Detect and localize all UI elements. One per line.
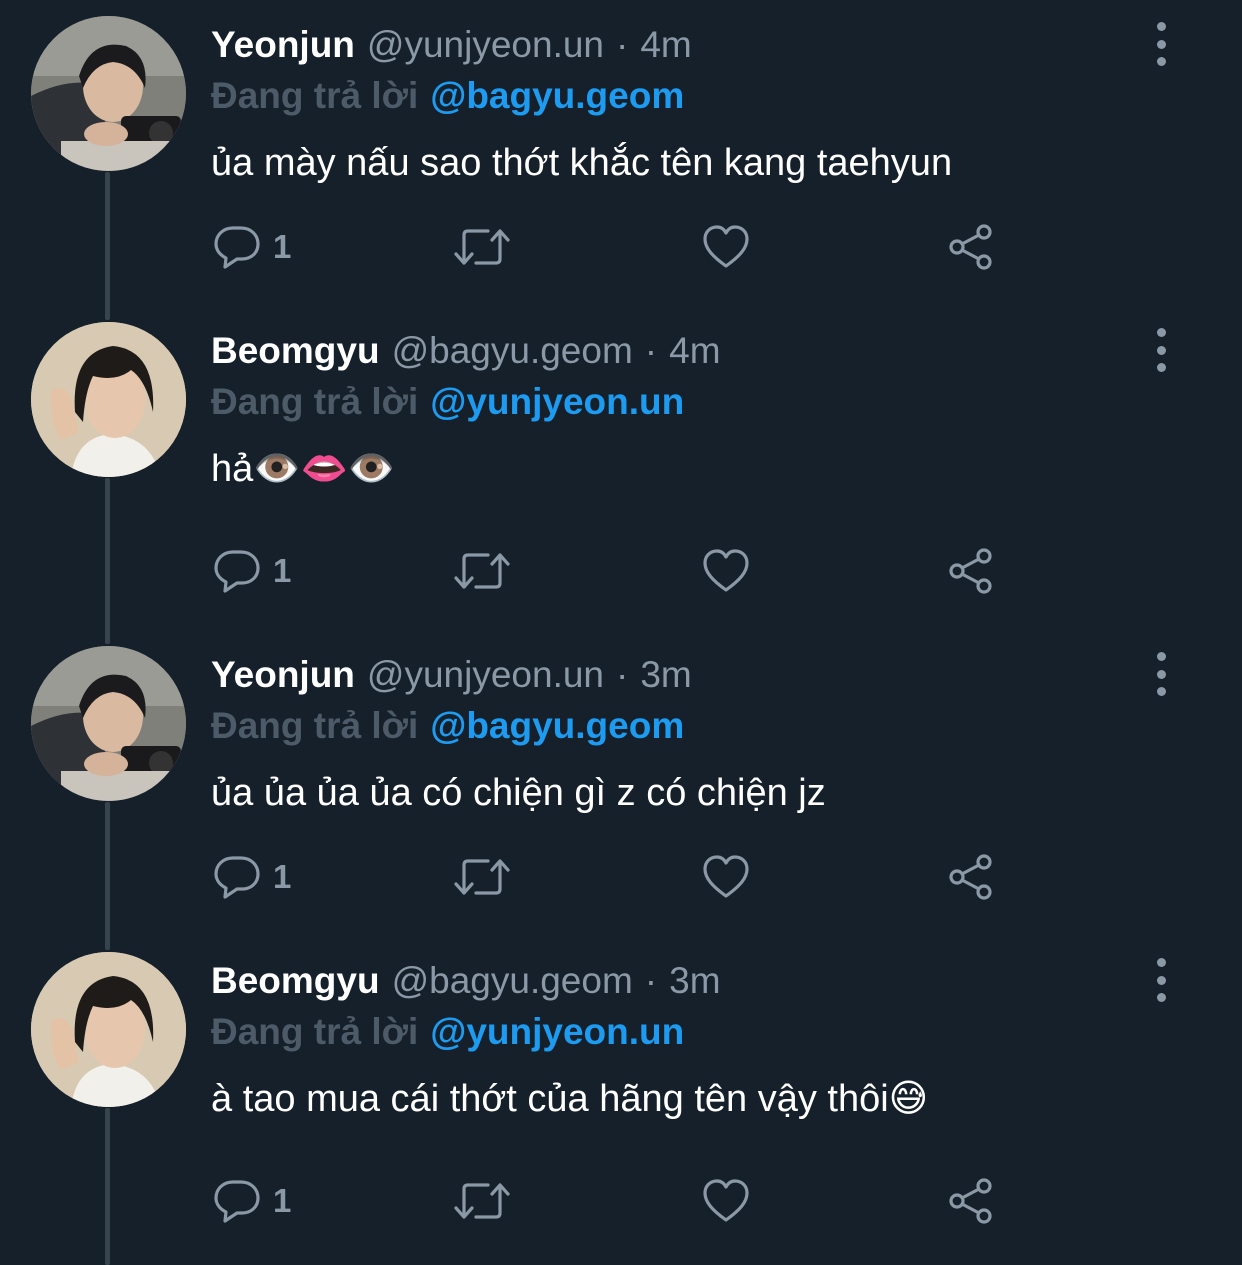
tweet-text: ủa ủa ủa ủa có chiện gì z có chiện jz: [211, 772, 826, 814]
reply-count: 1: [273, 1182, 292, 1219]
replying-to-label: Đang trả lời: [211, 1011, 419, 1052]
like-button[interactable]: [702, 1178, 750, 1224]
replying-to-label: Đang trả lời: [211, 381, 419, 422]
timestamp[interactable]: 3m: [669, 958, 720, 1004]
more-options-button[interactable]: [1146, 22, 1176, 66]
separator-dot: ·: [644, 330, 658, 371]
share-icon: [949, 224, 992, 270]
user-handle[interactable]: @yunjyeon.un: [367, 22, 604, 68]
yeonjun-avatar-image: [31, 646, 186, 801]
avatar[interactable]: [31, 16, 186, 171]
replying-to-label: Đang trả lời: [211, 75, 419, 116]
avatar[interactable]: [31, 952, 186, 1107]
reply-count: 1: [273, 858, 292, 895]
share-icon: [949, 548, 992, 594]
tweet-header: Yeonjun @yunjyeon.un · 3m: [211, 652, 692, 698]
retweet-button[interactable]: [454, 1180, 510, 1222]
beomgyu-avatar-image: [31, 322, 186, 477]
mention-link[interactable]: @yunjyeon.un: [430, 381, 684, 422]
display-name[interactable]: Beomgyu: [211, 328, 380, 374]
tweet[interactable]: Beomgyu @bagyu.geom · 3m Đang trả lời @yu…: [0, 936, 1242, 1236]
reply-icon: [214, 226, 260, 269]
user-handle[interactable]: @bagyu.geom: [392, 328, 633, 374]
tweet-header: Yeonjun @yunjyeon.un · 4m: [211, 22, 692, 68]
share-button[interactable]: [946, 1176, 996, 1226]
tweet[interactable]: Beomgyu @bagyu.geom · 4m Đang trả lời @yu…: [0, 306, 1242, 606]
more-vertical-icon: [1156, 652, 1166, 661]
retweet-icon: [454, 229, 510, 265]
tweet[interactable]: Yeonjun @yunjyeon.un · 3m Đang trả lời @b…: [0, 630, 1242, 930]
avatar[interactable]: [31, 322, 186, 477]
tweet-header: Beomgyu @bagyu.geom · 4m: [211, 328, 721, 374]
display-name[interactable]: Beomgyu: [211, 958, 380, 1004]
replying-to: Đang trả lời @yunjyeon.un: [211, 379, 684, 425]
replying-to-label: Đang trả lời: [211, 705, 419, 746]
heart-icon: [703, 225, 749, 268]
more-options-button[interactable]: [1146, 328, 1176, 372]
like-button[interactable]: [702, 224, 750, 270]
retweet-icon: [454, 553, 510, 589]
user-handle[interactable]: @yunjyeon.un: [367, 652, 604, 698]
timestamp[interactable]: 4m: [640, 22, 691, 68]
tweet-text: à tao mua cái thớt của hãng tên vậy thôi…: [211, 1078, 929, 1120]
separator-dot: ·: [616, 654, 629, 695]
retweet-icon: [454, 859, 510, 895]
retweet-button[interactable]: [454, 856, 510, 898]
timestamp[interactable]: 3m: [640, 652, 691, 698]
tweet[interactable]: Yeonjun @yunjyeon.un · 4m Đang trả lời @b…: [0, 0, 1242, 300]
retweet-button[interactable]: [454, 550, 510, 592]
more-vertical-icon: [1156, 328, 1166, 337]
mention-link[interactable]: @bagyu.geom: [430, 75, 684, 116]
thread-timeline: Yeonjun @yunjyeon.un · 4m Đang trả lời @b…: [0, 0, 1242, 1265]
mention-link[interactable]: @bagyu.geom: [430, 705, 684, 746]
display-name[interactable]: Yeonjun: [211, 652, 355, 698]
reply-count: 1: [273, 228, 292, 265]
heart-icon: [703, 855, 749, 898]
replying-to: Đang trả lời @yunjyeon.un: [211, 1009, 684, 1055]
yeonjun-avatar-image: [31, 16, 186, 171]
reply-button[interactable]: 1: [213, 854, 291, 900]
reply-icon: [214, 550, 260, 593]
separator-dot: ·: [616, 24, 629, 65]
reply-icon: [214, 856, 260, 899]
reply-button[interactable]: 1: [213, 1178, 291, 1224]
share-button[interactable]: [946, 546, 996, 596]
separator-dot: ·: [644, 960, 658, 1001]
timestamp[interactable]: 4m: [669, 328, 720, 374]
more-options-button[interactable]: [1146, 958, 1176, 1002]
display-name[interactable]: Yeonjun: [211, 22, 355, 68]
replying-to: Đang trả lời @bagyu.geom: [211, 703, 684, 749]
like-button[interactable]: [702, 854, 750, 900]
more-vertical-icon: [1156, 958, 1166, 967]
tweet-text: hả👁️👄👁️: [211, 448, 396, 490]
share-button[interactable]: [946, 222, 996, 272]
reply-button[interactable]: 1: [213, 548, 291, 594]
more-vertical-icon: [1156, 22, 1166, 31]
avatar[interactable]: [31, 646, 186, 801]
share-icon: [949, 854, 992, 900]
mention-link[interactable]: @yunjyeon.un: [430, 1011, 684, 1052]
heart-icon: [703, 549, 749, 592]
reply-button[interactable]: 1: [213, 224, 291, 270]
reply-icon: [214, 1180, 260, 1223]
tweet-text: ủa mày nấu sao thớt khắc tên kang taehyu…: [211, 142, 953, 184]
share-icon: [949, 1178, 992, 1224]
beomgyu-avatar-image: [31, 952, 186, 1107]
more-options-button[interactable]: [1146, 652, 1176, 696]
reply-count: 1: [273, 552, 292, 589]
user-handle[interactable]: @bagyu.geom: [392, 958, 633, 1004]
retweet-icon: [454, 1183, 510, 1219]
heart-icon: [703, 1179, 749, 1222]
replying-to: Đang trả lời @bagyu.geom: [211, 73, 684, 119]
like-button[interactable]: [702, 548, 750, 594]
retweet-button[interactable]: [454, 226, 510, 268]
tweet-header: Beomgyu @bagyu.geom · 3m: [211, 958, 721, 1004]
share-button[interactable]: [946, 852, 996, 902]
